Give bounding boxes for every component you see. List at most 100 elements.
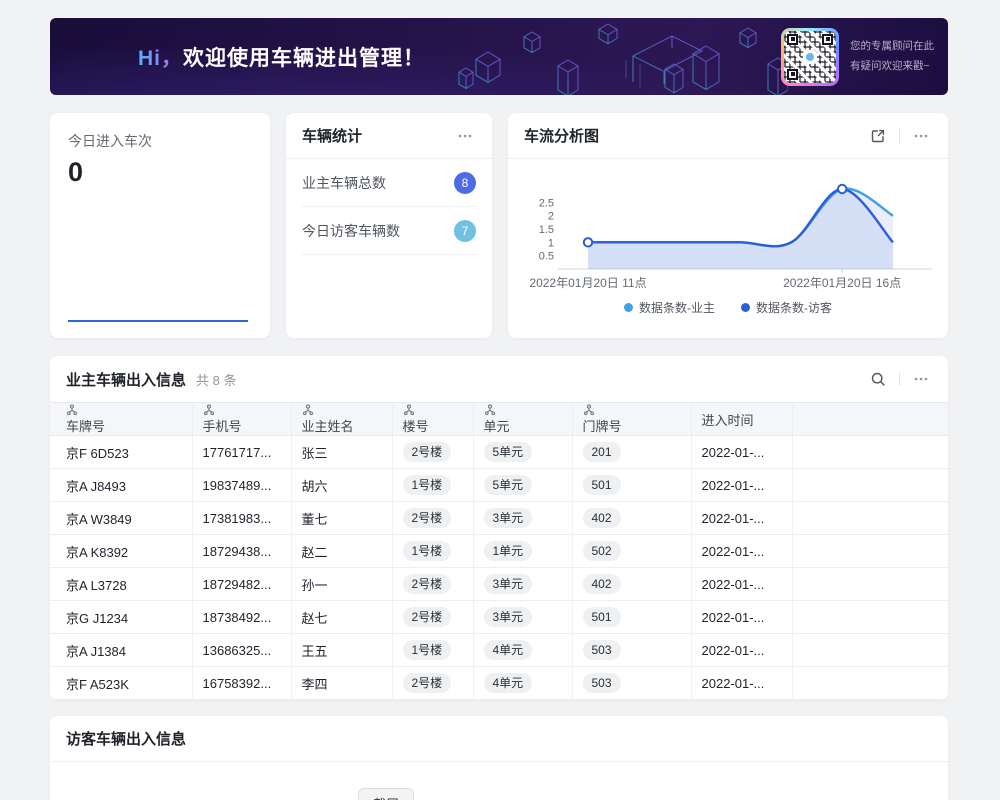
screenshot-button[interactable]: 截屏 [358, 788, 414, 800]
banner-greeting-text: 欢迎使用车辆进出管理！ [183, 47, 425, 70]
y-tick-label: 1.5 [539, 224, 554, 236]
cell-text: 京A J8493 [66, 479, 126, 494]
cell-time: 2022-01-... [691, 502, 792, 535]
column-header-plate[interactable]: 车牌号 [50, 403, 192, 436]
banner-greeting: Hi，欢迎使用车辆进出管理！ [138, 42, 425, 72]
qr-finder-icon [787, 34, 798, 45]
more-icon[interactable] [910, 368, 932, 390]
table-row[interactable]: 京A K839218729438...赵二1号楼1单元5022022-01-..… [50, 535, 948, 568]
cell-text: 赵七 [302, 611, 328, 626]
cell-building: 2号楼 [392, 601, 473, 634]
flow-chart-card: 车流分析图 0.511.522.52022年01月20日 11点2022年01月… [508, 113, 948, 338]
y-tick-label: 2 [548, 211, 554, 223]
search-icon[interactable] [867, 368, 889, 390]
cell-time: 2022-01-... [691, 436, 792, 469]
tag-pill: 2号楼 [403, 574, 452, 594]
field-type-icon [302, 404, 314, 416]
cell-text: 17761717... [203, 445, 272, 460]
cell-building: 2号楼 [392, 502, 473, 535]
qr-finder-icon [787, 69, 798, 80]
more-icon[interactable] [454, 125, 476, 147]
cell-text: 京A W3849 [66, 512, 132, 527]
y-tick-label: 2.5 [539, 197, 554, 209]
cell-door: 201 [572, 436, 691, 469]
owner-table-card: 业主车辆出入信息 共 8 条 车牌号手机号业主姓名楼号单元门牌号进入时间 京F … [50, 356, 948, 700]
cell-building: 2号楼 [392, 568, 473, 601]
table-row[interactable]: 京A J849319837489...胡六1号楼5单元5012022-01-..… [50, 469, 948, 502]
column-header-time[interactable]: 进入时间 [691, 403, 792, 436]
cell-building: 2号楼 [392, 436, 473, 469]
table-row[interactable]: 京A W384917381983...董七2号楼3单元4022022-01-..… [50, 502, 948, 535]
field-type-icon [66, 404, 78, 416]
table-row[interactable]: 京A J138413686325...王五1号楼4单元5032022-01-..… [50, 634, 948, 667]
cell-door: 502 [572, 535, 691, 568]
cell-door: 402 [572, 502, 691, 535]
header-label: 单元 [484, 419, 510, 434]
cell-text: 王五 [302, 644, 328, 659]
cell-text: 京A L3728 [66, 578, 127, 593]
legend-label: 数据条数-访客 [756, 299, 832, 316]
cell-text: 2022-01-... [702, 445, 765, 460]
cell-filler [792, 568, 948, 601]
column-header-filler [792, 403, 948, 436]
cell-text: 16758392... [203, 676, 272, 691]
today-entries-value: 0 [68, 157, 252, 188]
chart-area [588, 189, 893, 269]
cell-time: 2022-01-... [691, 469, 792, 502]
tag-pill: 402 [583, 574, 621, 594]
expand-icon[interactable] [867, 125, 889, 147]
table-row[interactable]: 京G J123418738492...赵七2号楼3单元5012022-01-..… [50, 601, 948, 634]
tag-pill: 1号楼 [403, 541, 452, 561]
tag-pill: 5单元 [484, 475, 533, 495]
cell-plate: 京G J1234 [50, 601, 192, 634]
tag-pill: 2号楼 [403, 607, 452, 627]
tag-pill: 2号楼 [403, 673, 452, 693]
stat-row: 今日访客车辆数 7 [302, 207, 476, 255]
cell-text: 2022-01-... [702, 610, 765, 625]
tag-pill: 4单元 [484, 640, 533, 660]
column-header-owner[interactable]: 业主姓名 [291, 403, 392, 436]
cell-door: 503 [572, 667, 691, 700]
cell-filler [792, 502, 948, 535]
header-label: 门牌号 [583, 419, 622, 434]
chart-marker [584, 238, 592, 246]
tag-pill: 501 [583, 607, 621, 627]
cell-plate: 京A L3728 [50, 568, 192, 601]
qr-center-logo-icon [803, 50, 817, 64]
cell-text: 京A J1384 [66, 644, 126, 659]
column-header-phone[interactable]: 手机号 [192, 403, 291, 436]
table-row[interactable]: 京A L372818729482...孙一2号楼3单元4022022-01-..… [50, 568, 948, 601]
cell-text: 18729482... [203, 577, 272, 592]
x-tick-label: 2022年01月20日 16点 [783, 276, 901, 290]
column-header-door[interactable]: 门牌号 [572, 403, 691, 436]
cell-owner: 孙一 [291, 568, 392, 601]
cell-text: 孙一 [302, 578, 328, 593]
column-header-building[interactable]: 楼号 [392, 403, 473, 436]
legend-item[interactable]: 数据条数-访客 [741, 299, 832, 316]
y-tick-label: 0.5 [539, 251, 554, 263]
table-row[interactable]: 京F A523K16758392...李四2号楼4单元5032022-01-..… [50, 667, 948, 700]
field-type-icon [484, 404, 496, 416]
stat-row: 业主车辆总数 8 [302, 159, 476, 207]
tag-pill: 503 [583, 640, 621, 660]
cell-filler [792, 469, 948, 502]
cell-owner: 李四 [291, 667, 392, 700]
column-header-unit[interactable]: 单元 [473, 403, 572, 436]
cell-plate: 京A W3849 [50, 502, 192, 535]
field-type-icon [403, 404, 415, 416]
tag-pill: 402 [583, 508, 621, 528]
cell-text: 2022-01-... [702, 577, 765, 592]
tag-pill: 3单元 [484, 508, 533, 528]
cell-text: 京G J1234 [66, 611, 128, 626]
legend-item[interactable]: 数据条数-业主 [624, 299, 715, 316]
vehicle-stats-title: 车辆统计 [302, 125, 362, 146]
cell-text: 2022-01-... [702, 544, 765, 559]
cell-plate: 京A J1384 [50, 634, 192, 667]
more-icon[interactable] [910, 125, 932, 147]
cell-building: 1号楼 [392, 535, 473, 568]
flow-chart-body: 0.511.522.52022年01月20日 11点2022年01月20日 16… [508, 159, 948, 316]
header-label: 业主姓名 [302, 419, 354, 434]
table-row[interactable]: 京F 6D52317761717...张三2号楼5单元2012022-01-..… [50, 436, 948, 469]
stat-label: 业主车辆总数 [302, 173, 386, 193]
qr-caption: 您的专属顾问在此 有疑问欢迎来戳~ [850, 37, 934, 76]
